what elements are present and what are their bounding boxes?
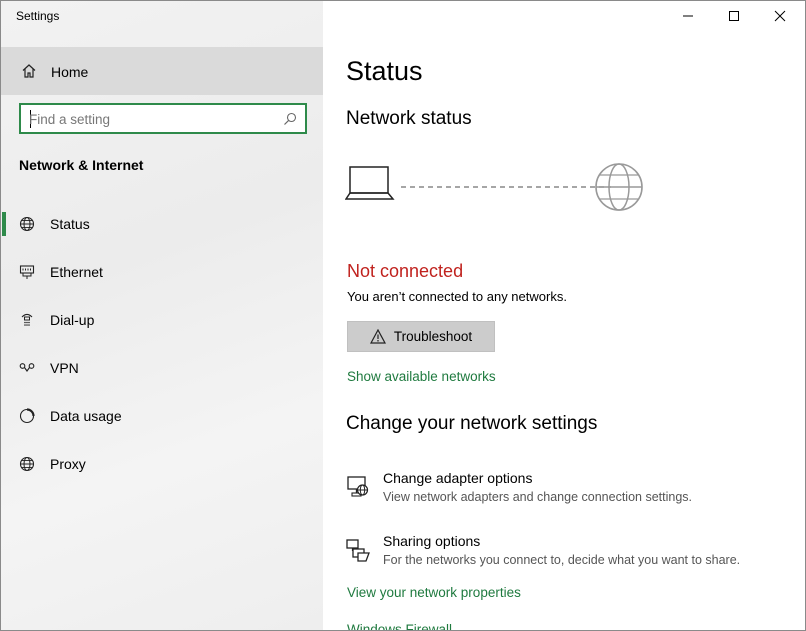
troubleshoot-label: Troubleshoot bbox=[393, 329, 473, 344]
change-adapter-options[interactable]: Change adapter options View network adap… bbox=[345, 470, 785, 510]
sidebar-item-label: Status bbox=[50, 216, 90, 232]
sidebar-item-label: VPN bbox=[50, 360, 79, 376]
sidebar-item-label: Dial-up bbox=[50, 312, 95, 328]
selection-indicator bbox=[2, 212, 6, 236]
option-title: Sharing options bbox=[383, 533, 481, 549]
change-settings-heading: Change your network settings bbox=[346, 413, 598, 434]
laptop-icon bbox=[345, 166, 395, 200]
search-box[interactable] bbox=[19, 103, 307, 134]
sidebar-item-label: Ethernet bbox=[50, 264, 103, 280]
section-heading: Network & Internet bbox=[19, 157, 144, 173]
home-label: Home bbox=[51, 64, 89, 80]
sidebar-item-status[interactable]: Status bbox=[1, 204, 323, 244]
dialup-icon bbox=[21, 313, 33, 326]
sidebar-item-ethernet[interactable]: Ethernet bbox=[1, 252, 323, 292]
network-adapter-icon bbox=[347, 476, 369, 497]
option-title: Change adapter options bbox=[383, 470, 533, 486]
data-usage-icon bbox=[19, 408, 35, 424]
globe-status-icon bbox=[19, 216, 35, 232]
globe-icon bbox=[19, 456, 35, 472]
sharing-options[interactable]: Sharing options For the networks you con… bbox=[345, 533, 785, 573]
home-icon bbox=[22, 64, 36, 78]
show-available-networks-link[interactable]: Show available networks bbox=[347, 369, 496, 384]
internet-globe-icon bbox=[595, 163, 643, 211]
windows-firewall-link[interactable]: Windows Firewall bbox=[347, 622, 452, 630]
vpn-icon bbox=[19, 363, 35, 372]
network-status-heading: Network status bbox=[346, 108, 472, 129]
app-title: Settings bbox=[16, 9, 60, 23]
page-title: Status bbox=[346, 56, 423, 86]
option-description: View network adapters and change connect… bbox=[383, 490, 692, 504]
troubleshoot-button[interactable]: Troubleshoot bbox=[347, 321, 495, 352]
sidebar-item-dial-up[interactable]: Dial-up bbox=[1, 300, 323, 340]
connection-status: Not connected bbox=[347, 261, 464, 281]
home-button[interactable]: Home bbox=[1, 47, 323, 95]
sidebar-item-label: Proxy bbox=[50, 456, 86, 472]
option-description: For the networks you connect to, decide … bbox=[383, 553, 741, 567]
settings-window: Settings Home Network & Internet bbox=[0, 0, 806, 631]
network-status-diagram bbox=[345, 163, 643, 211]
search-icon[interactable] bbox=[283, 112, 297, 126]
ethernet-icon bbox=[19, 265, 35, 279]
warning-icon bbox=[369, 329, 386, 344]
sidebar: Settings Home Network & Internet bbox=[1, 1, 323, 630]
sidebar-item-label: Data usage bbox=[50, 408, 122, 424]
connection-status-description: You aren’t connected to any networks. bbox=[347, 289, 567, 304]
main-content: Status Network status Not connected You … bbox=[323, 1, 805, 630]
sharing-icon bbox=[346, 539, 370, 562]
search-input[interactable] bbox=[29, 110, 269, 128]
sidebar-item-data-usage[interactable]: Data usage bbox=[1, 396, 323, 436]
sidebar-item-vpn[interactable]: VPN bbox=[1, 348, 323, 388]
view-network-properties-link[interactable]: View your network properties bbox=[347, 585, 521, 600]
sidebar-item-proxy[interactable]: Proxy bbox=[1, 444, 323, 484]
